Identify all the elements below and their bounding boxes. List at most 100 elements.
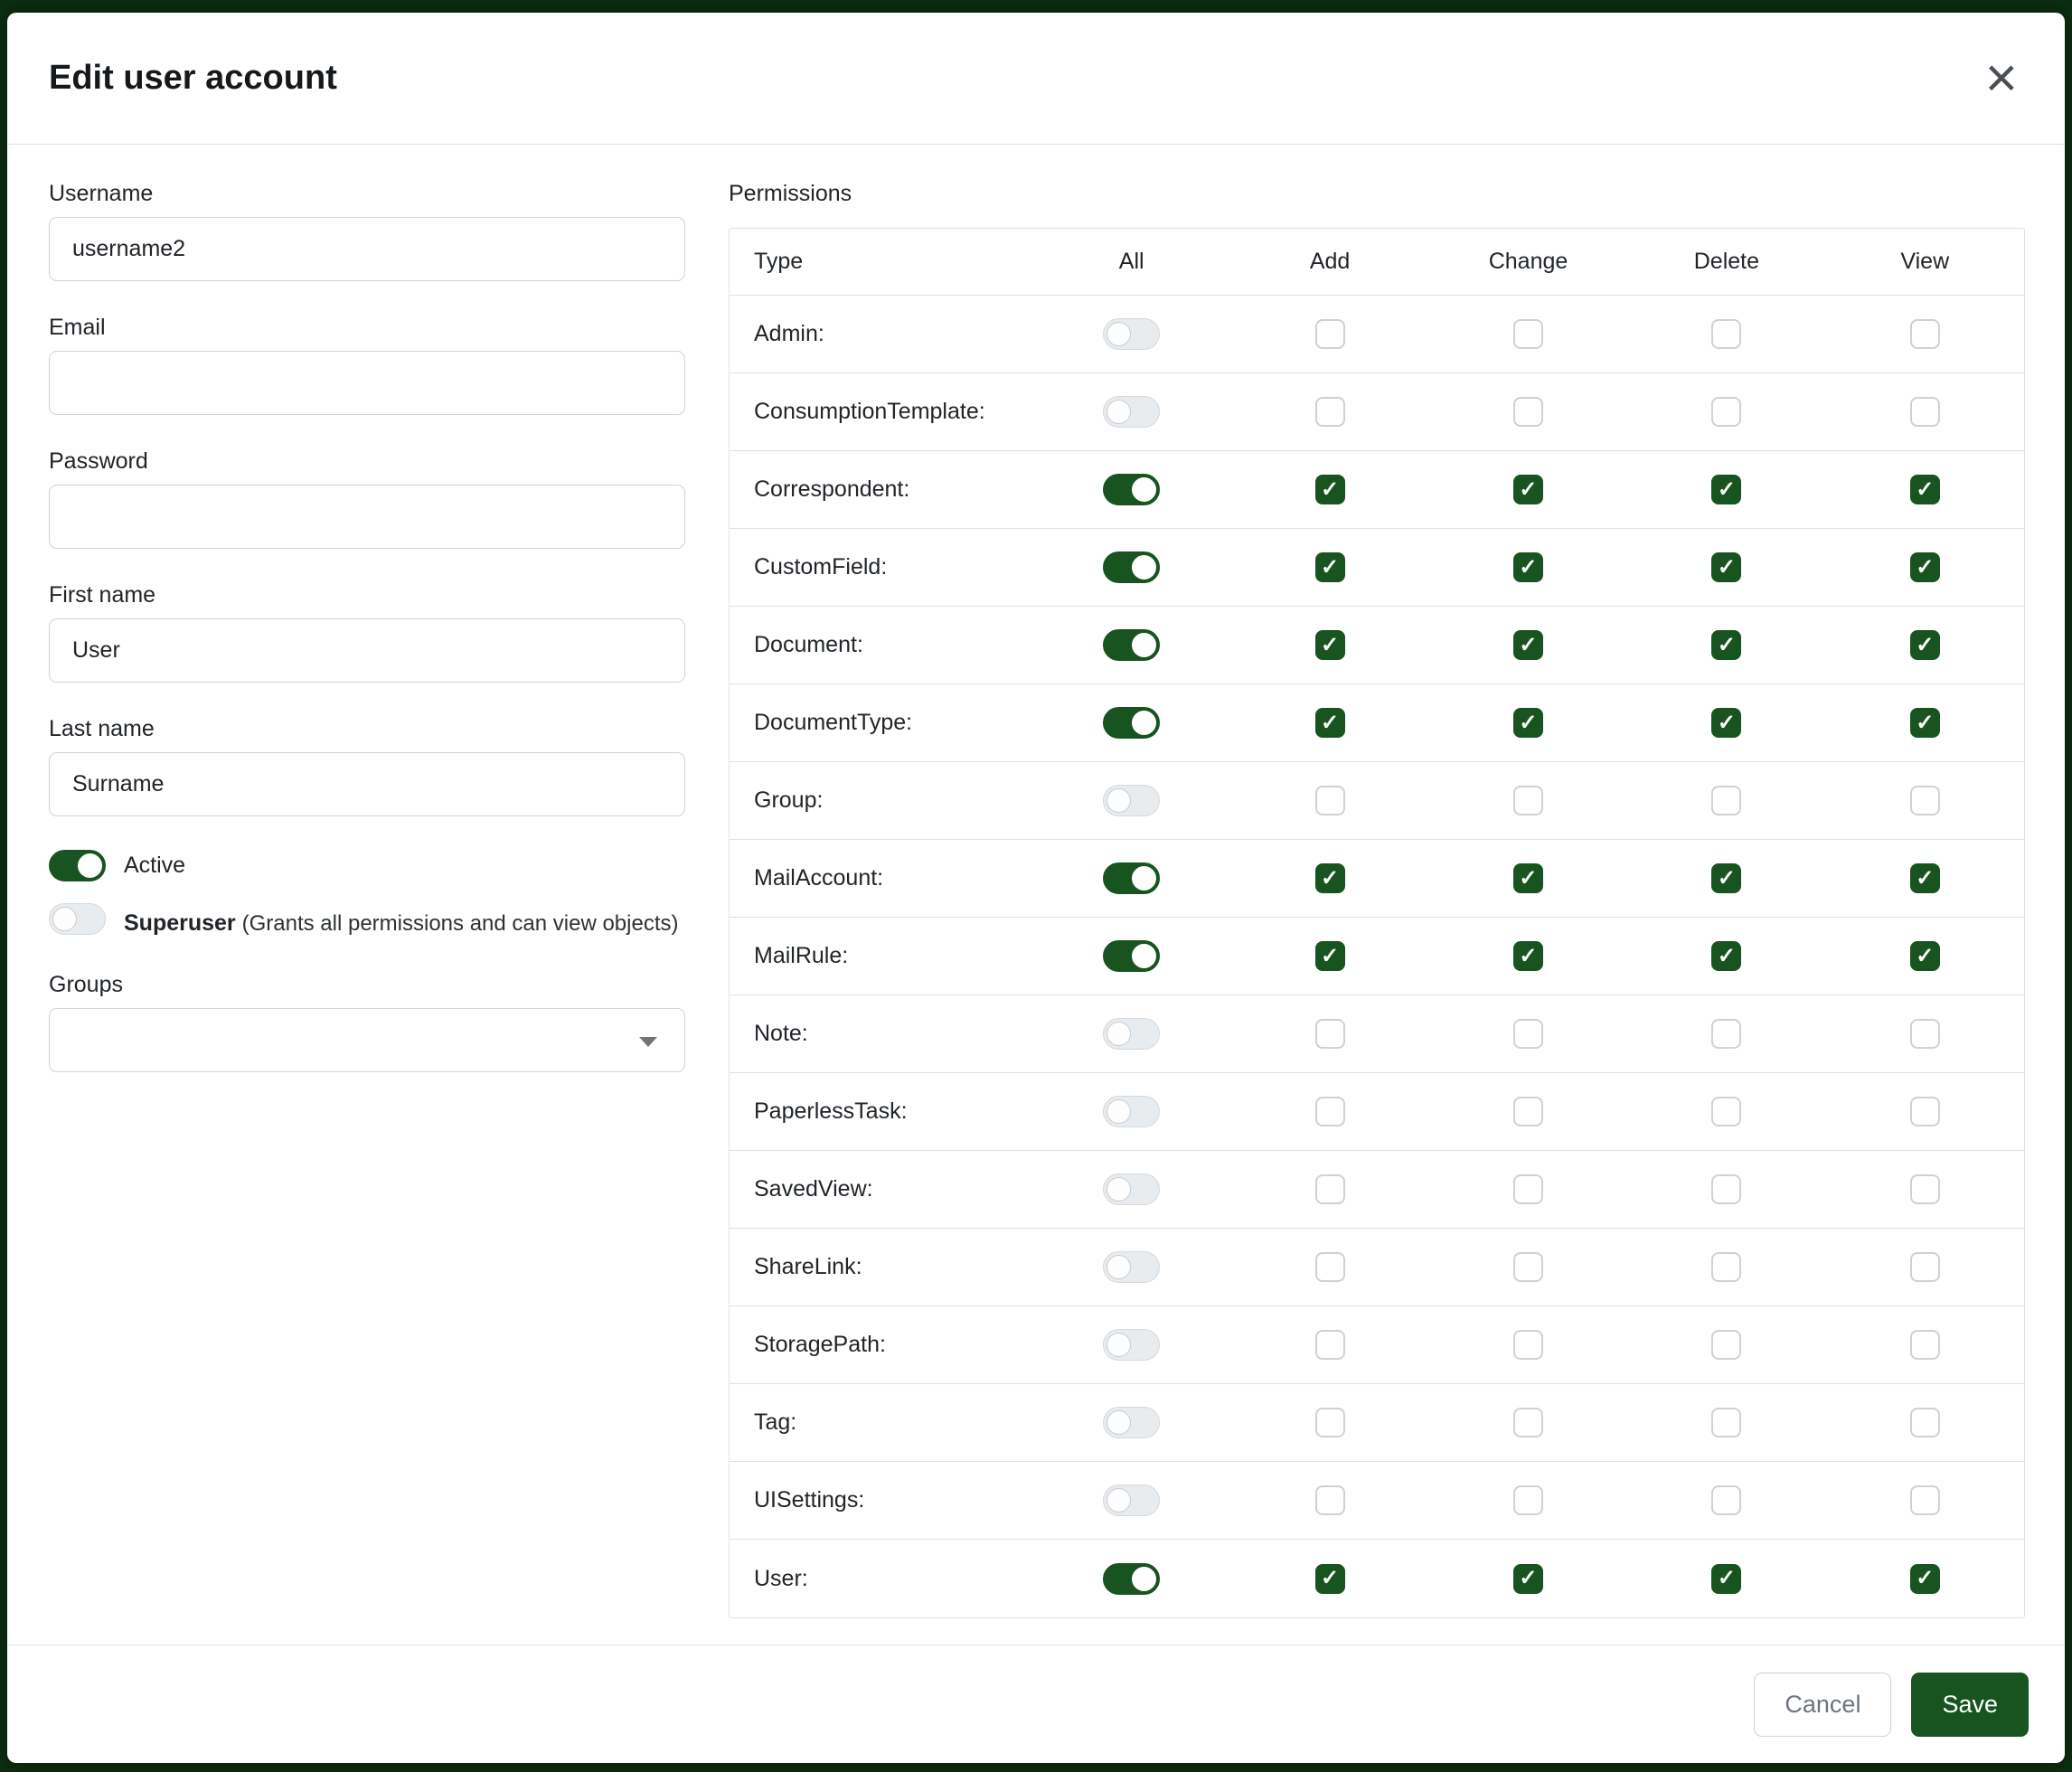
permission-view-checkbox[interactable] [1910,1408,1940,1437]
permission-all-toggle[interactable] [1103,1096,1160,1127]
permission-view-checkbox[interactable] [1910,786,1940,815]
groups-select[interactable] [49,1008,685,1072]
permission-view-checkbox[interactable] [1910,397,1940,427]
permission-add-checkbox[interactable] [1315,786,1345,815]
permission-delete-checkbox[interactable] [1711,1408,1741,1437]
permission-view-checkbox[interactable]: ✓ [1910,1564,1940,1594]
permission-delete-checkbox[interactable] [1711,1097,1741,1126]
permission-change-checkbox[interactable] [1513,1252,1543,1282]
permission-add-checkbox[interactable] [1315,1019,1345,1049]
permission-delete-checkbox[interactable]: ✓ [1711,630,1741,660]
permission-add-checkbox[interactable] [1315,1408,1345,1437]
permission-view-checkbox[interactable] [1910,1174,1940,1204]
permission-change-checkbox[interactable]: ✓ [1513,630,1543,660]
permission-all-toggle[interactable] [1103,318,1160,350]
permission-add-checkbox[interactable] [1315,1330,1345,1360]
permission-all-toggle[interactable] [1103,551,1160,583]
permission-change-checkbox[interactable] [1513,397,1543,427]
permission-delete-checkbox[interactable]: ✓ [1711,1564,1741,1594]
permission-add-checkbox[interactable]: ✓ [1315,475,1345,504]
permission-add-checkbox[interactable]: ✓ [1315,941,1345,971]
permission-view-checkbox[interactable]: ✓ [1910,475,1940,504]
permission-delete-checkbox[interactable]: ✓ [1711,708,1741,738]
permission-change-checkbox[interactable] [1513,786,1543,815]
permission-view-checkbox[interactable] [1910,1485,1940,1515]
email-label: Email [49,315,685,341]
permission-view-checkbox[interactable]: ✓ [1910,630,1940,660]
password-input[interactable] [49,485,685,549]
permission-view-checkbox[interactable]: ✓ [1910,552,1940,582]
permission-view-checkbox[interactable] [1910,319,1940,349]
permission-all-toggle[interactable] [1103,629,1160,661]
permission-all-toggle[interactable] [1103,1251,1160,1283]
permission-delete-checkbox[interactable] [1711,1485,1741,1515]
active-toggle[interactable] [49,850,106,881]
permission-change-checkbox[interactable] [1513,1408,1543,1437]
permission-add-checkbox[interactable] [1315,397,1345,427]
permission-add-checkbox[interactable] [1315,1252,1345,1282]
first-name-field-group: First name [49,582,685,683]
permission-all-toggle[interactable] [1103,707,1160,739]
permission-all-toggle[interactable] [1103,1563,1160,1595]
permission-change-checkbox[interactable] [1513,1097,1543,1126]
permission-change-checkbox[interactable] [1513,1485,1543,1515]
permission-change-checkbox[interactable]: ✓ [1513,1564,1543,1594]
permission-change-checkbox[interactable]: ✓ [1513,552,1543,582]
permission-view-checkbox[interactable] [1910,1019,1940,1049]
permission-all-toggle[interactable] [1103,474,1160,505]
permission-add-checkbox[interactable] [1315,1485,1345,1515]
permission-row: MailRule:✓✓✓✓ [730,918,2024,995]
permission-add-checkbox[interactable]: ✓ [1315,630,1345,660]
permission-all-toggle[interactable] [1103,1018,1160,1050]
permission-change-checkbox[interactable] [1513,1330,1543,1360]
permission-add-checkbox[interactable] [1315,319,1345,349]
email-input[interactable] [49,351,685,415]
first-name-input[interactable] [49,618,685,683]
permission-all-toggle[interactable] [1103,785,1160,816]
save-button[interactable]: Save [1911,1673,2029,1737]
permission-change-checkbox[interactable]: ✓ [1513,863,1543,893]
permission-delete-checkbox[interactable]: ✓ [1711,863,1741,893]
permission-change-checkbox[interactable] [1513,1174,1543,1204]
permission-add-checkbox[interactable]: ✓ [1315,552,1345,582]
username-input[interactable] [49,217,685,281]
permission-add-checkbox[interactable]: ✓ [1315,1564,1345,1594]
permission-delete-checkbox[interactable] [1711,1330,1741,1360]
permission-delete-checkbox[interactable] [1711,1019,1741,1049]
permission-delete-checkbox[interactable] [1711,1252,1741,1282]
permission-view-checkbox[interactable] [1910,1330,1940,1360]
permission-delete-checkbox[interactable] [1711,397,1741,427]
permission-change-checkbox[interactable] [1513,319,1543,349]
permission-delete-checkbox[interactable] [1711,1174,1741,1204]
permission-add-checkbox[interactable]: ✓ [1315,863,1345,893]
permission-all-toggle[interactable] [1103,396,1160,428]
permission-change-checkbox[interactable]: ✓ [1513,941,1543,971]
permission-all-toggle[interactable] [1103,1329,1160,1361]
permission-all-toggle[interactable] [1103,1407,1160,1438]
permission-all-toggle[interactable] [1103,862,1160,894]
permission-delete-checkbox[interactable]: ✓ [1711,941,1741,971]
permission-change-checkbox[interactable]: ✓ [1513,475,1543,504]
permission-add-checkbox[interactable]: ✓ [1315,708,1345,738]
superuser-toggle[interactable] [49,903,106,935]
close-button[interactable]: × [1980,51,2023,107]
permission-view-checkbox[interactable] [1910,1252,1940,1282]
permission-change-checkbox[interactable]: ✓ [1513,708,1543,738]
permission-add-checkbox[interactable] [1315,1174,1345,1204]
permission-delete-checkbox[interactable] [1711,786,1741,815]
permission-delete-checkbox[interactable]: ✓ [1711,475,1741,504]
permission-view-checkbox[interactable] [1910,1097,1940,1126]
username-field-group: Username [49,181,685,281]
permission-change-checkbox[interactable] [1513,1019,1543,1049]
permission-add-checkbox[interactable] [1315,1097,1345,1126]
permission-delete-checkbox[interactable] [1711,319,1741,349]
permission-view-checkbox[interactable]: ✓ [1910,941,1940,971]
last-name-input[interactable] [49,752,685,816]
permission-all-toggle[interactable] [1103,1173,1160,1205]
permission-delete-checkbox[interactable]: ✓ [1711,552,1741,582]
permission-view-checkbox[interactable]: ✓ [1910,863,1940,893]
cancel-button[interactable]: Cancel [1754,1673,1891,1737]
permission-view-checkbox[interactable]: ✓ [1910,708,1940,738]
permission-all-toggle[interactable] [1103,1485,1160,1516]
permission-all-toggle[interactable] [1103,940,1160,972]
